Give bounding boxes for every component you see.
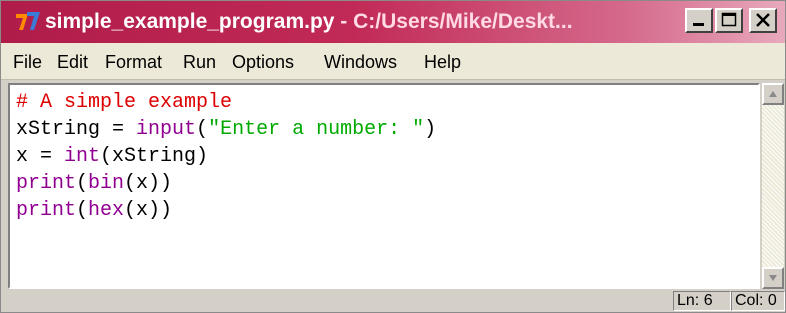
window-title-path: - C:/Users/Mike/Deskt... <box>334 10 573 33</box>
code-comment: # A simple example <box>16 91 233 114</box>
code-text: ( <box>196 118 209 141</box>
menu-format[interactable]: Format <box>105 52 162 72</box>
code-builtin: print <box>16 199 77 222</box>
scroll-up-button[interactable] <box>762 83 784 105</box>
code-line-3: x = int(xString) <box>16 144 208 171</box>
code-text: (x)) <box>124 172 173 195</box>
vertical-scrollbar[interactable] <box>762 83 784 289</box>
code-builtin: print <box>16 172 77 195</box>
code-text: x = <box>16 145 65 168</box>
arrow-up-icon <box>769 91 777 97</box>
maximize-icon <box>721 12 737 27</box>
code-builtin: int <box>64 145 101 168</box>
line-indicator: Ln: 6 <box>673 291 731 311</box>
code-text: ) <box>424 118 437 141</box>
code-builtin: hex <box>88 199 125 222</box>
code-editor[interactable]: # A simple example xString = input("Ente… <box>8 83 760 289</box>
close-button[interactable] <box>749 8 777 33</box>
idle-editor-window: simple_example_program.py - C:/Users/Mik… <box>0 0 786 313</box>
code-text: (xString) <box>100 145 209 168</box>
menu-help[interactable]: Help <box>424 52 461 72</box>
code-string: "Enter a number: " <box>208 118 425 141</box>
python-idle-icon[interactable] <box>14 9 42 33</box>
menu-edit[interactable]: Edit <box>57 52 88 72</box>
code-line-2: xString = input("Enter a number: ") <box>16 117 436 144</box>
minimize-icon <box>693 23 704 26</box>
close-icon <box>756 13 770 27</box>
code-text: xString = <box>16 118 137 141</box>
window-title-file: simple_example_program.py <box>45 10 335 33</box>
menu-options[interactable]: Options <box>232 52 294 72</box>
window-title: simple_example_program.py - C:/Users/Mik… <box>45 9 665 35</box>
code-text: (x)) <box>124 199 173 222</box>
menu-windows[interactable]: Windows <box>324 52 397 72</box>
menu-file[interactable]: File <box>13 52 42 72</box>
code-builtin: input <box>136 118 197 141</box>
arrow-down-icon <box>769 275 777 281</box>
code-line-5: print(hex(x)) <box>16 198 172 225</box>
minimize-button[interactable] <box>685 8 713 33</box>
code-line-4: print(bin(x)) <box>16 171 172 198</box>
maximize-button[interactable] <box>715 8 743 33</box>
code-text: ( <box>76 199 89 222</box>
status-bar: Ln: 6 Col: 0 <box>1 290 785 312</box>
code-line-1: # A simple example <box>16 90 232 117</box>
code-builtin: bin <box>88 172 125 195</box>
title-bar[interactable]: simple_example_program.py - C:/Users/Mik… <box>1 1 785 43</box>
code-text: ( <box>76 172 89 195</box>
menu-bar: File Edit Format Run Options Windows Hel… <box>1 43 785 80</box>
column-indicator: Col: 0 <box>731 291 785 311</box>
menu-run[interactable]: Run <box>183 52 216 72</box>
scroll-down-button[interactable] <box>762 267 784 289</box>
